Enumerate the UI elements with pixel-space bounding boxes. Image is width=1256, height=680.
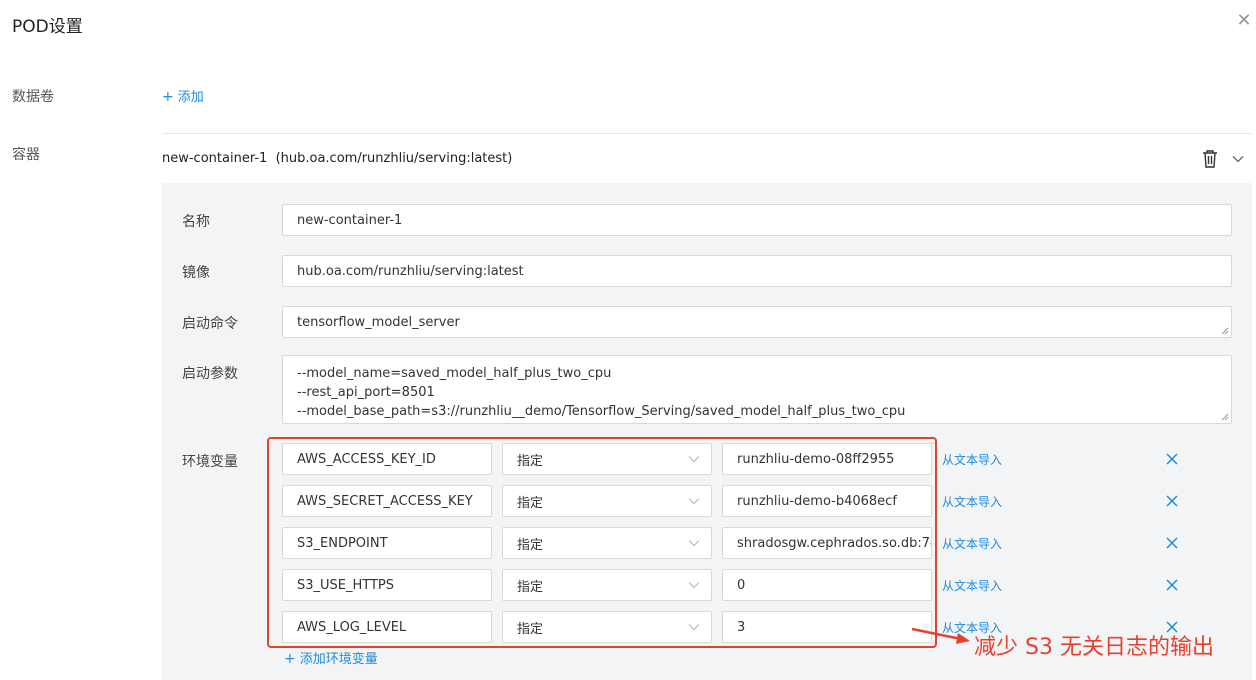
image-label: 镜像 [182, 265, 210, 281]
add-env-button[interactable]: + 添加环境变量 [284, 648, 378, 667]
image-input[interactable]: hub.oa.com/runzhliu/serving:latest [282, 255, 1232, 287]
container-header-image: (hub.oa.com/runzhliu/serving:latest) [275, 151, 513, 166]
volumes-label: 数据卷 [12, 89, 54, 105]
import-from-text-link[interactable]: 从文本导入 [942, 493, 1002, 510]
container-header-name: new-container-1 [162, 151, 268, 166]
args-label: 启动参数 [182, 366, 238, 382]
command-textarea[interactable]: tensorflow_model_server [282, 306, 1232, 338]
annotation-highlight-box [267, 437, 937, 648]
args-line: --rest_api_port=8501 [297, 385, 435, 400]
command-value: tensorflow_model_server [297, 314, 460, 330]
args-line: --model_base_path=s3://runzhliu__demo/Te… [297, 404, 906, 419]
resize-handle-icon[interactable] [1220, 326, 1229, 335]
name-input[interactable]: new-container-1 [282, 204, 1232, 236]
containers-label: 容器 [12, 147, 40, 163]
arrow-icon [911, 627, 970, 644]
plus-icon: + [162, 89, 174, 105]
args-line: --model_name=saved_model_half_plus_two_c… [297, 366, 612, 381]
add-volume-label: 添加 [177, 90, 204, 105]
container-header[interactable]: new-container-1 (hub.oa.com/runzhliu/ser… [162, 151, 512, 166]
divider [162, 133, 1252, 134]
chevron-down-icon[interactable] [1230, 151, 1246, 167]
import-from-text-link[interactable]: 从文本导入 [942, 577, 1002, 594]
dialog-title: POD设置 [12, 17, 83, 37]
import-from-text-link[interactable]: 从文本导入 [942, 451, 1002, 468]
add-env-label: 添加环境变量 [299, 652, 378, 667]
annotation-text: 减少 S3 无关日志的输出 [974, 635, 1214, 660]
add-volume-button[interactable]: + 添加 [162, 86, 204, 105]
close-icon[interactable] [1165, 452, 1179, 466]
close-icon[interactable] [1165, 536, 1179, 550]
plus-icon: + [284, 651, 296, 667]
close-icon[interactable]: ✕ [1234, 10, 1254, 32]
import-from-text-link[interactable]: 从文本导入 [942, 535, 1002, 552]
close-icon[interactable] [1165, 494, 1179, 508]
resize-handle-icon[interactable] [1220, 412, 1229, 421]
trash-icon[interactable] [1201, 149, 1219, 169]
name-label: 名称 [182, 214, 210, 230]
env-label: 环境变量 [182, 454, 238, 470]
args-textarea[interactable]: --model_name=saved_model_half_plus_two_c… [282, 355, 1232, 424]
command-label: 启动命令 [182, 316, 238, 332]
close-icon[interactable] [1165, 578, 1179, 592]
